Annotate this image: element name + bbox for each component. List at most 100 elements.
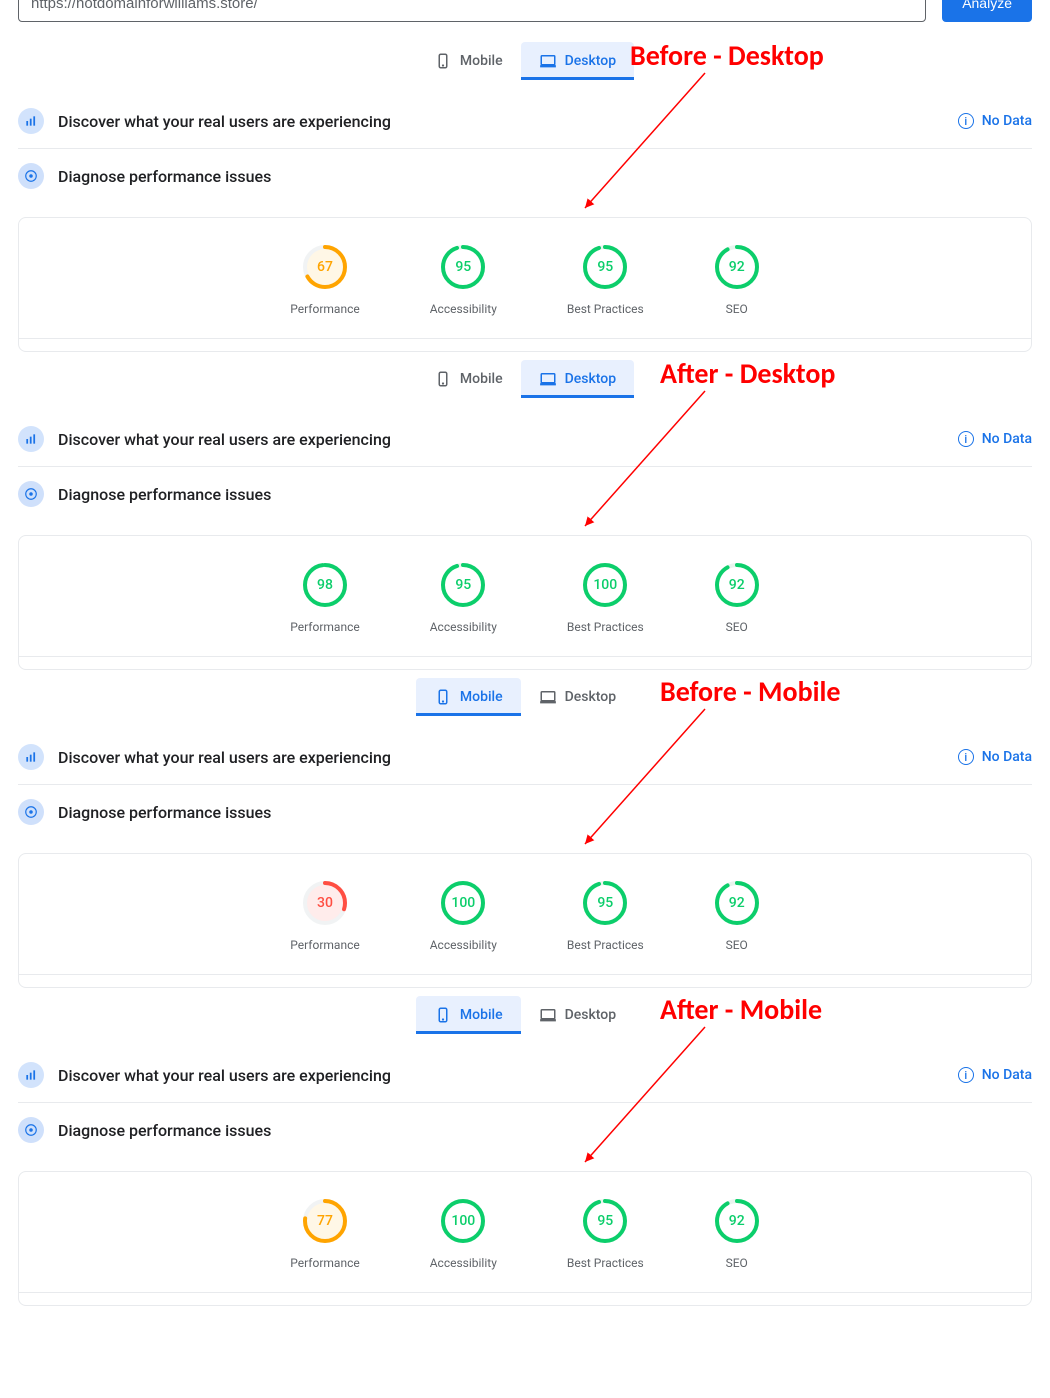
gauge-ring: 100 <box>440 1198 486 1244</box>
gauge-label: Performance <box>290 302 359 316</box>
section-title: Discover what your real users are experi… <box>58 1066 944 1085</box>
no-data-text: No Data <box>982 431 1032 447</box>
gauge-label: SEO <box>726 1256 748 1270</box>
gauge-card: 30Performance 100 Accessibility 95Best Prac… <box>18 853 1032 988</box>
gauge-seo[interactable]: 92SEO <box>714 1198 760 1270</box>
tab-mobile[interactable]: Mobile <box>416 678 521 716</box>
gauge-label: SEO <box>726 302 748 316</box>
gauge-value: 30 <box>302 880 348 926</box>
tab-desktop[interactable]: Desktop <box>521 996 634 1034</box>
gauge-accessibility[interactable]: 95Accessibility <box>430 244 497 316</box>
gauge-label: Best Practices <box>567 302 644 316</box>
no-data-badge[interactable]: i No Data <box>958 1067 1032 1083</box>
target-icon <box>18 1117 44 1143</box>
gauge-seo[interactable]: 92 SEO <box>714 244 760 316</box>
gauge-value: 92 <box>714 562 760 608</box>
section-diagnose[interactable]: Diagnose performance issues <box>18 467 1032 521</box>
section-title: Diagnose performance issues <box>58 485 1032 504</box>
gauge-best-practices[interactable]: 100Best Practices <box>567 562 644 634</box>
tab-desktop-label: Desktop <box>565 371 616 387</box>
no-data-text: No Data <box>982 113 1032 129</box>
gauge-ring: 92 <box>714 880 760 926</box>
gauge-ring: 67 <box>302 244 348 290</box>
no-data-text: No Data <box>982 1067 1032 1083</box>
section-diagnose[interactable]: Diagnose performance issues <box>18 149 1032 203</box>
url-input[interactable] <box>18 0 926 22</box>
tab-desktop-label: Desktop <box>565 689 616 705</box>
gauge-ring: 95 <box>582 244 628 290</box>
tab-mobile-label: Mobile <box>460 371 503 387</box>
gauge-value: 100 <box>440 1198 486 1244</box>
gauge-accessibility[interactable]: 100 Accessibility <box>430 880 497 952</box>
gauge-performance[interactable]: 77 Performance <box>290 1198 359 1270</box>
section-title: Discover what your real users are experi… <box>58 430 944 449</box>
section-diagnose[interactable]: Diagnose performance issues <box>18 1103 1032 1157</box>
tab-mobile[interactable]: Mobile <box>416 996 521 1034</box>
gauge-label: Best Practices <box>567 1256 644 1270</box>
gauge-ring: 98 <box>302 562 348 608</box>
mobile-icon <box>434 370 452 388</box>
tab-mobile-label: Mobile <box>460 53 503 69</box>
gauge-performance[interactable]: 30Performance <box>290 880 359 952</box>
desktop-icon <box>539 688 557 706</box>
gauge-accessibility[interactable]: 100Accessibility <box>430 1198 497 1270</box>
section-real-users[interactable]: Discover what your real users are experi… <box>18 730 1032 785</box>
analyze-button[interactable]: Analyze <box>942 0 1032 22</box>
no-data-badge[interactable]: i No Data <box>958 431 1032 447</box>
gauge-best-practices[interactable]: 95Best Practices <box>567 880 644 952</box>
section-title: Diagnose performance issues <box>58 1121 1032 1140</box>
tab-mobile-label: Mobile <box>460 1007 503 1023</box>
gauge-card: 77 Performance 100Accessibility 95 Best Prac… <box>18 1171 1032 1306</box>
section-real-users[interactable]: Discover what your real users are experi… <box>18 412 1032 467</box>
mobile-icon <box>434 52 452 70</box>
gauge-ring: 100 <box>440 880 486 926</box>
tab-desktop-label: Desktop <box>565 1007 616 1023</box>
info-icon: i <box>958 749 974 765</box>
gauge-value: 67 <box>302 244 348 290</box>
section-real-users[interactable]: Discover what your real users are experi… <box>18 94 1032 149</box>
gauge-performance[interactable]: 67 Performance <box>290 244 359 316</box>
gauge-best-practices[interactable]: 95 Best Practices <box>567 1198 644 1270</box>
gauge-accessibility[interactable]: 95 Accessibility <box>430 562 497 634</box>
tab-desktop-label: Desktop <box>565 53 616 69</box>
device-tabs: Mobile Desktop <box>0 360 1050 398</box>
users-icon <box>18 744 44 770</box>
mobile-icon <box>434 688 452 706</box>
gauge-card: 98 Performance 95 Accessibility 100Best Prac… <box>18 535 1032 670</box>
gauge-ring: 92 <box>714 562 760 608</box>
gauge-seo[interactable]: 92 SEO <box>714 880 760 952</box>
tab-mobile[interactable]: Mobile <box>416 360 521 398</box>
gauge-label: Performance <box>290 1256 359 1270</box>
gauge-value: 95 <box>582 1198 628 1244</box>
desktop-icon <box>539 52 557 70</box>
tab-desktop[interactable]: Desktop <box>521 42 634 80</box>
tab-mobile[interactable]: Mobile <box>416 42 521 80</box>
gauge-label: Best Practices <box>567 938 644 952</box>
gauge-label: SEO <box>726 938 748 952</box>
desktop-icon <box>539 370 557 388</box>
gauge-value: 98 <box>302 562 348 608</box>
gauge-value: 95 <box>582 244 628 290</box>
gauge-value: 77 <box>302 1198 348 1244</box>
target-icon <box>18 481 44 507</box>
gauge-label: Accessibility <box>430 620 497 634</box>
no-data-badge[interactable]: i No Data <box>958 749 1032 765</box>
gauge-best-practices[interactable]: 95 Best Practices <box>567 244 644 316</box>
section-real-users[interactable]: Discover what your real users are experi… <box>18 1048 1032 1103</box>
gauge-performance[interactable]: 98 Performance <box>290 562 359 634</box>
gauge-label: Performance <box>290 620 359 634</box>
tab-desktop[interactable]: Desktop <box>521 678 634 716</box>
gauge-label: SEO <box>726 620 748 634</box>
info-icon: i <box>958 431 974 447</box>
gauge-ring: 95 <box>582 1198 628 1244</box>
gauge-label: Accessibility <box>430 938 497 952</box>
tab-desktop[interactable]: Desktop <box>521 360 634 398</box>
mobile-icon <box>434 1006 452 1024</box>
device-tabs: Mobile Desktop <box>0 678 1050 716</box>
gauge-ring: 95 <box>440 562 486 608</box>
target-icon <box>18 163 44 189</box>
gauge-value: 92 <box>714 244 760 290</box>
no-data-badge[interactable]: i No Data <box>958 113 1032 129</box>
section-diagnose[interactable]: Diagnose performance issues <box>18 785 1032 839</box>
gauge-seo[interactable]: 92 SEO <box>714 562 760 634</box>
